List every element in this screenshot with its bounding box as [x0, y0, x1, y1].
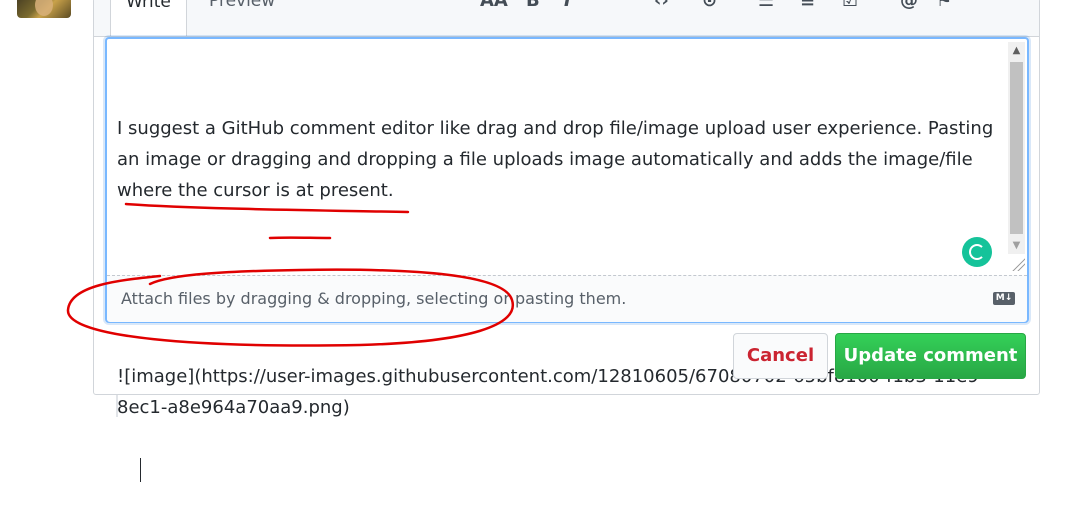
- editor-scrollbar[interactable]: ▲ ▼: [1008, 42, 1025, 254]
- bookmark-icon[interactable]: ⚑: [936, 0, 952, 11]
- text-size-icon[interactable]: AA: [480, 0, 508, 11]
- comment-editor[interactable]: I suggest a GitHub comment editor like d…: [105, 37, 1029, 323]
- editor-tabbar: Write Preview AA B I ❝ ‹› ⊙ ☰ ≡ ☑ @ ⚑: [94, 0, 1039, 37]
- code-icon[interactable]: ‹›: [654, 0, 669, 11]
- comment-textarea[interactable]: I suggest a GitHub comment editor like d…: [117, 51, 997, 271]
- update-comment-button[interactable]: Update comment: [835, 333, 1026, 379]
- scroll-down-arrow-icon[interactable]: ▼: [1008, 237, 1025, 254]
- italic-icon[interactable]: I: [564, 0, 571, 11]
- numbered-list-icon[interactable]: ≡: [800, 0, 815, 11]
- markdown-icon[interactable]: M↓: [993, 292, 1015, 305]
- comment-paragraph: I suggest a GitHub comment editor like d…: [117, 113, 997, 206]
- quote-icon[interactable]: ❝: [616, 0, 627, 11]
- text-cursor: [140, 458, 141, 482]
- tab-preview[interactable]: Preview: [194, 0, 290, 19]
- cancel-button[interactable]: Cancel: [733, 333, 828, 379]
- avatar[interactable]: [17, 0, 71, 18]
- task-list-icon[interactable]: ☑: [842, 0, 858, 11]
- tab-write[interactable]: Write: [110, 0, 187, 36]
- mention-icon[interactable]: @: [900, 0, 918, 11]
- bold-icon[interactable]: B: [526, 0, 540, 11]
- link-icon[interactable]: ⊙: [702, 0, 717, 11]
- scroll-up-arrow-icon[interactable]: ▲: [1008, 42, 1025, 59]
- scroll-thumb[interactable]: [1010, 62, 1023, 234]
- file-attach-bar[interactable]: Attach files by dragging & dropping, sel…: [107, 275, 1027, 322]
- file-attach-hint: Attach files by dragging & dropping, sel…: [121, 289, 626, 308]
- bullet-list-icon[interactable]: ☰: [758, 0, 774, 11]
- resize-handle-icon[interactable]: [1011, 257, 1025, 271]
- grammarly-icon[interactable]: [962, 237, 992, 267]
